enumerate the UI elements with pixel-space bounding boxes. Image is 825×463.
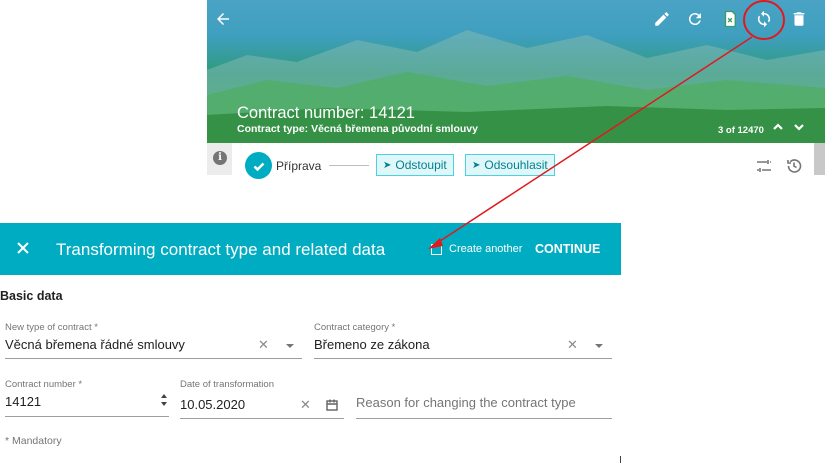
create-another-label: Create another bbox=[449, 243, 523, 255]
contract-header: Contract number: 14121 Contract type: Vě… bbox=[207, 0, 825, 143]
category-underline bbox=[314, 358, 612, 359]
clear-icon[interactable]: ✕ bbox=[258, 337, 269, 353]
clear-icon[interactable]: ✕ bbox=[300, 397, 311, 413]
transform-icon[interactable] bbox=[754, 9, 774, 29]
mandatory-note: * Mandatory bbox=[5, 435, 62, 447]
calendar-icon[interactable] bbox=[326, 398, 338, 411]
dropdown-arrow-icon[interactable] bbox=[595, 344, 603, 348]
workflow-connector bbox=[329, 165, 369, 166]
withdraw-button[interactable]: ➤ Odstoupit bbox=[376, 154, 454, 176]
category-select[interactable]: Břemeno ze zákona bbox=[314, 337, 430, 352]
new-type-label: New type of contract * bbox=[5, 322, 98, 333]
new-type-select[interactable]: Věcná břemena řádné smlouvy bbox=[5, 337, 185, 352]
contract-number-underline bbox=[5, 416, 169, 417]
back-arrow-icon[interactable] bbox=[213, 9, 233, 29]
trash-icon[interactable] bbox=[789, 9, 809, 29]
info-column: i bbox=[207, 143, 232, 175]
new-type-underline bbox=[5, 358, 302, 359]
divider bbox=[620, 456, 621, 463]
check-icon bbox=[245, 152, 272, 179]
continue-button[interactable]: CONTINUE bbox=[535, 242, 600, 256]
dialog-toolbar: Transforming contract type and related d… bbox=[0, 223, 621, 275]
refresh-icon[interactable] bbox=[685, 9, 705, 29]
date-underline bbox=[180, 418, 344, 419]
play-arrow-icon: ➤ bbox=[472, 159, 481, 171]
scrollbar[interactable] bbox=[814, 143, 825, 175]
delete-file-icon[interactable] bbox=[720, 9, 740, 29]
pencil-icon[interactable] bbox=[652, 9, 672, 29]
withdraw-button-label: Odstoupit bbox=[395, 158, 447, 172]
clear-icon[interactable]: ✕ bbox=[567, 337, 578, 353]
category-label: Contract category * bbox=[314, 322, 396, 333]
chevron-up-icon[interactable] bbox=[771, 120, 785, 136]
history-icon[interactable] bbox=[785, 157, 803, 175]
date-input[interactable]: 10.05.2020 bbox=[180, 397, 245, 412]
create-another-checkbox[interactable] bbox=[431, 243, 442, 255]
number-stepper-icon[interactable] bbox=[159, 392, 169, 408]
dialog-title: Transforming contract type and related d… bbox=[56, 240, 386, 259]
section-title: Basic data bbox=[0, 289, 63, 303]
approve-button-label: Odsouhlasit bbox=[484, 158, 548, 172]
contract-number-input[interactable]: 14121 bbox=[5, 394, 41, 409]
tune-icon[interactable] bbox=[755, 157, 773, 175]
dropdown-arrow-icon[interactable] bbox=[286, 344, 294, 348]
reason-input[interactable]: Reason for changing the contract type bbox=[356, 395, 576, 410]
create-another-toggle[interactable]: Create another bbox=[431, 243, 522, 255]
close-icon[interactable] bbox=[14, 239, 32, 257]
chevron-down-icon[interactable] bbox=[792, 120, 806, 136]
contract-type-subtitle: Contract type: Věcná břemena původní sml… bbox=[237, 123, 478, 135]
contract-number-label: Contract number * bbox=[5, 379, 83, 390]
workflow-strip: i Příprava ➤ Odstoupit ➤ Odsouhlasit bbox=[207, 143, 825, 179]
workflow-step-label: Příprava bbox=[276, 159, 322, 173]
reason-underline bbox=[356, 418, 612, 419]
play-arrow-icon: ➤ bbox=[383, 159, 392, 171]
date-label: Date of transformation bbox=[180, 379, 274, 390]
record-pager: 3 of 12470 bbox=[718, 125, 764, 136]
approve-button[interactable]: ➤ Odsouhlasit bbox=[465, 154, 555, 176]
info-icon[interactable]: i bbox=[213, 151, 227, 165]
contract-number-title: Contract number: 14121 bbox=[237, 104, 415, 122]
